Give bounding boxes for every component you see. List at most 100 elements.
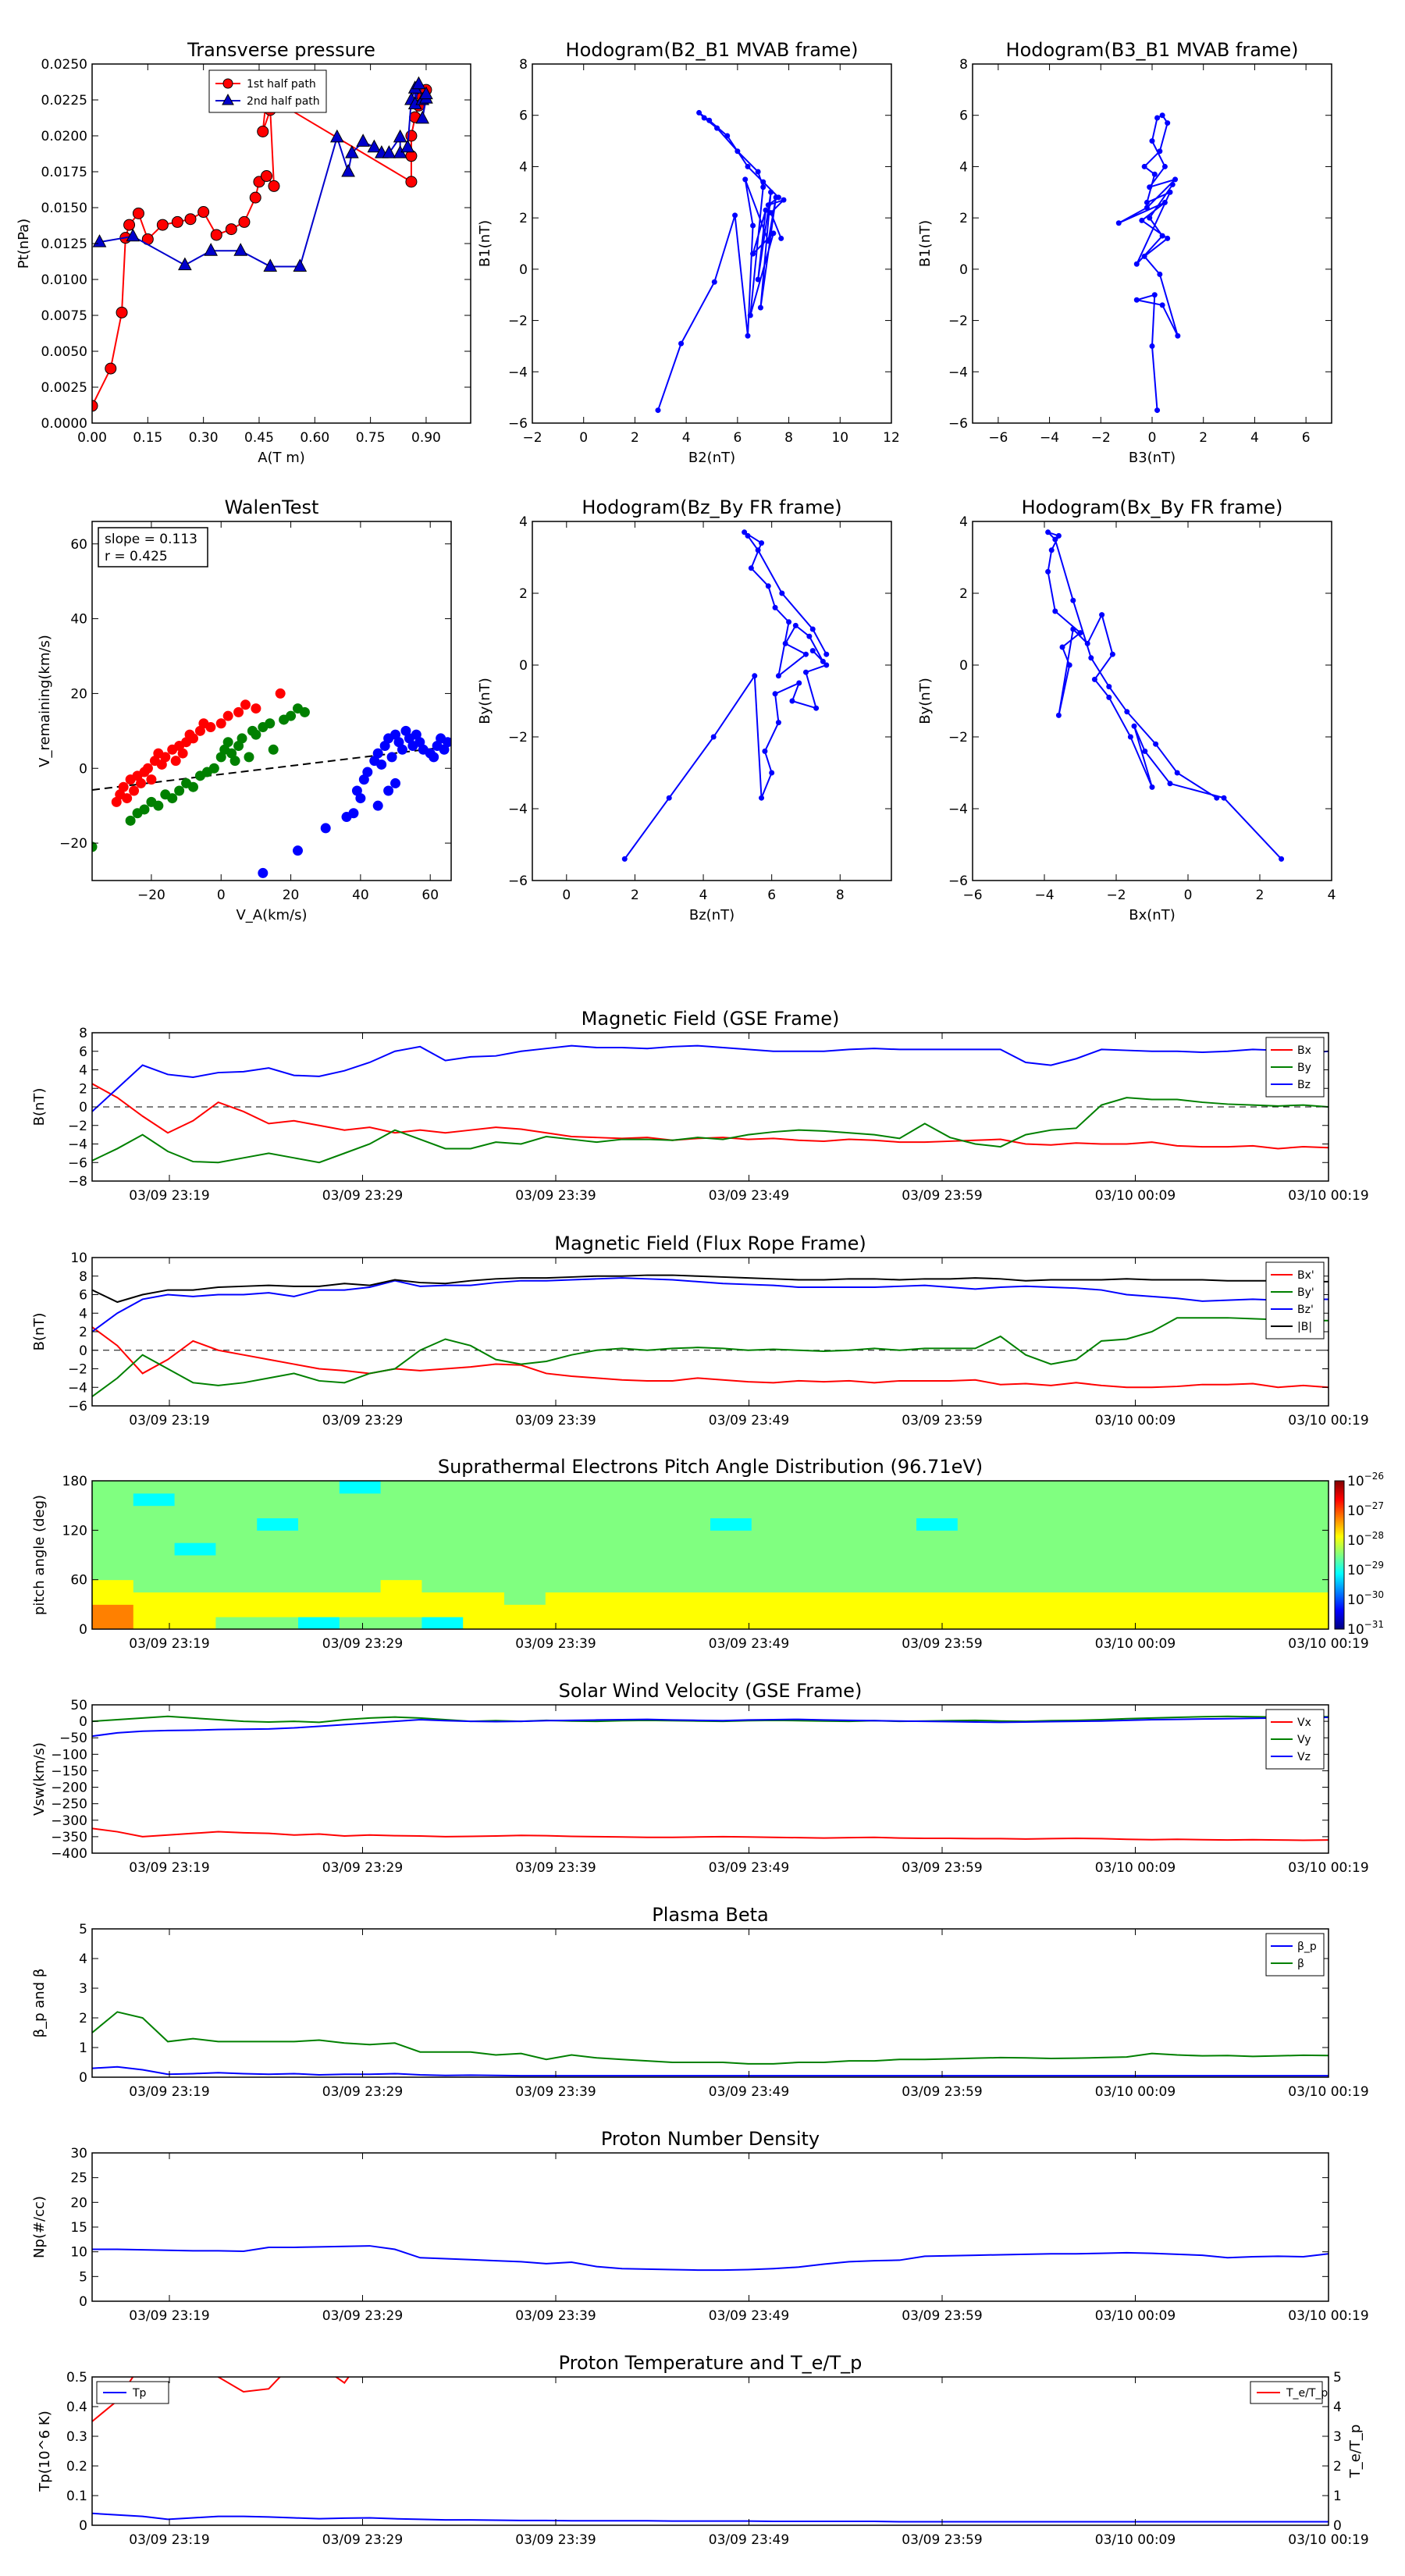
heatmap-cell bbox=[751, 1567, 794, 1581]
y-axis-label: Np(#/cc) bbox=[31, 2196, 48, 2258]
heatmap-cell bbox=[422, 1493, 464, 1507]
heatmap-cell bbox=[628, 1542, 670, 1556]
y-tick-label: 0.0175 bbox=[41, 165, 87, 180]
x-tick-label: 0.60 bbox=[300, 430, 329, 446]
x-tick-label: 2 bbox=[631, 888, 639, 903]
heatmap-cell bbox=[1122, 1517, 1165, 1531]
heatmap-cell bbox=[792, 1567, 834, 1581]
x-tick-label: 03/09 23:59 bbox=[902, 1636, 982, 1652]
chart-title: Transverse pressure bbox=[187, 39, 375, 61]
data-point bbox=[197, 206, 210, 219]
heatmap-cell bbox=[133, 1530, 176, 1543]
heatmap-cell bbox=[710, 1567, 752, 1581]
data-point bbox=[1141, 163, 1147, 169]
colorbar-label: 10−26 bbox=[1347, 1471, 1384, 1489]
heatmap-cell bbox=[174, 1493, 216, 1507]
x-tick-label: 03/09 23:29 bbox=[322, 2532, 403, 2548]
heatmap-cell bbox=[133, 1505, 176, 1518]
heatmap-cell bbox=[1163, 1555, 1206, 1568]
heatmap-cell bbox=[133, 1542, 176, 1556]
heatmap-cell bbox=[545, 1481, 588, 1494]
data-point bbox=[222, 710, 233, 721]
heatmap-cell bbox=[710, 1592, 752, 1605]
legend-label: By bbox=[1297, 1062, 1311, 1074]
heatmap-cell bbox=[792, 1481, 834, 1494]
data-point bbox=[1124, 709, 1130, 715]
x-tick-label: 4 bbox=[1250, 430, 1259, 446]
heatmap-cell bbox=[998, 1530, 1040, 1543]
heatmap-cell bbox=[1040, 1604, 1082, 1617]
data-point bbox=[1106, 684, 1112, 690]
colorbar-label-exponent: −28 bbox=[1364, 1530, 1384, 1541]
data-point bbox=[770, 230, 777, 237]
heatmap-cell bbox=[1163, 1493, 1206, 1507]
y-tick-label: −6 bbox=[508, 873, 528, 889]
heatmap-cell bbox=[1122, 1567, 1165, 1581]
heatmap-cell bbox=[1204, 1517, 1247, 1531]
heatmap-cell bbox=[916, 1579, 959, 1592]
data-point bbox=[320, 823, 331, 834]
y-tick-label: −2 bbox=[68, 1119, 87, 1134]
heatmap-cell bbox=[957, 1493, 1000, 1507]
heatmap-cell bbox=[1287, 1567, 1329, 1581]
y-tick-label: 0.0025 bbox=[41, 380, 87, 396]
x-tick-label: 03/09 23:19 bbox=[129, 1413, 209, 1429]
x-tick-label: 03/10 00:19 bbox=[1288, 1860, 1368, 1876]
heatmap-cell bbox=[1287, 1481, 1329, 1494]
heatmap-cell bbox=[504, 1604, 546, 1617]
x-tick-label: 40 bbox=[352, 888, 369, 903]
heatmap-cell bbox=[257, 1493, 299, 1507]
x-tick-label: 4 bbox=[682, 430, 691, 446]
heatmap-cell bbox=[916, 1481, 959, 1494]
data-point bbox=[1052, 608, 1058, 614]
heatmap-cell bbox=[628, 1592, 670, 1605]
heatmap-cell bbox=[1287, 1517, 1329, 1531]
annotation-r: r = 0.425 bbox=[105, 549, 168, 564]
heatmap-cell bbox=[92, 1530, 134, 1543]
data-point bbox=[237, 733, 247, 744]
heatmap-cell bbox=[257, 1555, 299, 1568]
data-point bbox=[759, 795, 765, 801]
data-point bbox=[1161, 163, 1168, 169]
y-tick-label: −6 bbox=[508, 416, 528, 432]
heatmap-cell bbox=[834, 1517, 876, 1531]
chart-walen: WalenTest slope = 0.113 r = 0.425 −20 0 20 40 6… bbox=[37, 496, 452, 923]
heatmap-cell bbox=[669, 1567, 711, 1581]
data-point bbox=[760, 179, 767, 185]
heatmap-cell bbox=[957, 1579, 1000, 1592]
y-tick-label: 0 bbox=[519, 262, 528, 278]
heatmap-cell bbox=[1246, 1505, 1288, 1518]
y-tick-label: 20 bbox=[70, 686, 87, 702]
plot-frame bbox=[91, 2152, 1329, 2302]
x-tick-label: 6 bbox=[733, 430, 742, 446]
x-tick-label: 03/10 00:09 bbox=[1095, 2308, 1176, 2324]
data-point bbox=[1088, 655, 1094, 661]
data-point bbox=[240, 699, 251, 710]
data-point bbox=[750, 251, 756, 257]
data-point bbox=[1091, 676, 1097, 682]
chart-beta: Plasma Beta 0 1 2 3 4 5 03/09 23:19 03/09 23:29 0… bbox=[31, 1904, 1369, 2100]
y-tick-label: 0 bbox=[79, 1714, 87, 1730]
colorbar-label-exponent: −30 bbox=[1364, 1589, 1384, 1600]
y-tick-label: 10 bbox=[70, 2245, 87, 2261]
y-tick-label: −100 bbox=[51, 1747, 87, 1763]
data-point bbox=[809, 626, 816, 632]
heatmap-cell bbox=[380, 1604, 422, 1617]
x-axis-label: B2(nT) bbox=[688, 450, 735, 466]
plot-area bbox=[1045, 529, 1285, 862]
x-tick-label: 03/10 00:19 bbox=[1288, 2532, 1368, 2548]
heatmap-cell bbox=[215, 1617, 258, 1629]
data-point bbox=[765, 202, 771, 208]
data-point bbox=[1165, 235, 1171, 241]
y-tick-label: 4 bbox=[519, 514, 528, 530]
heatmap-cell bbox=[1040, 1493, 1082, 1507]
data-point bbox=[792, 622, 799, 628]
y-tick-label: −6 bbox=[68, 1399, 87, 1414]
heatmap-cell bbox=[1122, 1579, 1165, 1592]
heatmap-cell bbox=[92, 1517, 134, 1531]
heatmap-cell bbox=[586, 1530, 628, 1543]
heatmap-cell bbox=[215, 1517, 258, 1531]
heatmap-cell bbox=[215, 1579, 258, 1592]
heatmap-cell bbox=[339, 1505, 382, 1518]
heatmap-cell bbox=[380, 1579, 422, 1592]
